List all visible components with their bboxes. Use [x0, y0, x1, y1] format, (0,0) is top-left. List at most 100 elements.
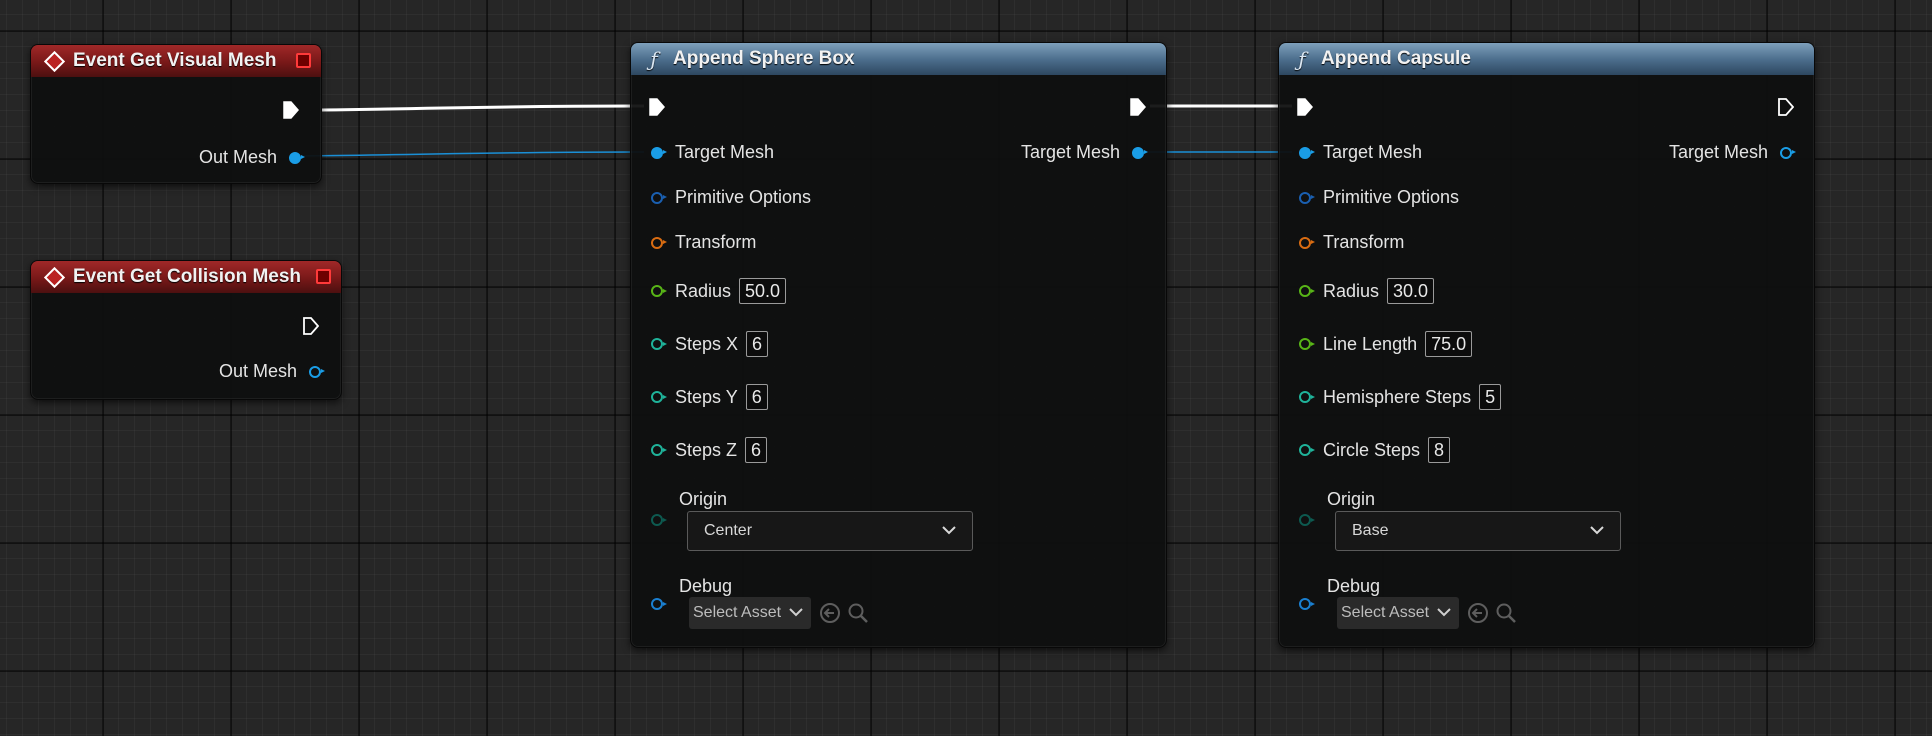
transform-pin[interactable]: Transform: [651, 232, 756, 253]
line-length-pin[interactable]: Line Length 75.0: [1299, 331, 1473, 357]
origin-label: Origin: [679, 489, 728, 509]
radius-pin[interactable]: Radius 30.0: [1299, 278, 1435, 304]
target-mesh-input-pin[interactable]: Target Mesh: [1299, 142, 1422, 163]
node-title: Append Capsule: [1321, 48, 1471, 69]
pin-label: Steps Y: [675, 386, 738, 407]
node-header[interactable]: ƒ Append Sphere Box: [631, 43, 1166, 75]
asset-picker-label: Select Asset: [1341, 604, 1430, 621]
pin-label: Circle Steps: [1323, 439, 1421, 460]
target-mesh-output-pin[interactable]: Target Mesh: [1668, 142, 1796, 163]
exec-arrow-icon: [649, 98, 665, 116]
radius-pin[interactable]: Radius 50.0: [651, 278, 787, 304]
origin-label: Origin: [1327, 489, 1376, 509]
exec-in-pin[interactable]: [649, 98, 665, 116]
exec-out-pin[interactable]: [1778, 98, 1794, 116]
debug-asset-picker[interactable]: Select Asset: [689, 597, 811, 629]
node-title: Event Get Visual Mesh: [73, 50, 277, 71]
pin-label: Target Mesh: [1323, 142, 1423, 162]
exec-arrow-icon: [303, 317, 319, 335]
mesh-wire-visual-to-sphere[interactable]: [299, 151, 645, 157]
mesh-pin-icon: [1780, 146, 1796, 159]
int-pin-icon: [651, 391, 667, 403]
browse-asset-search-icon[interactable]: [1495, 602, 1517, 624]
exec-out-pin[interactable]: [303, 317, 319, 335]
pin-label: Hemisphere Steps: [1323, 386, 1472, 407]
pin-label: Primitive Options: [675, 187, 812, 207]
out-mesh-pin[interactable]: Out Mesh: [219, 361, 325, 382]
struct-pin-icon: [1299, 191, 1315, 204]
pin-label: Transform: [675, 232, 757, 252]
transform-pin-icon: [651, 236, 667, 249]
exec-arrow-icon: [1778, 98, 1794, 116]
node-header[interactable]: Event Get Visual Mesh: [31, 45, 321, 77]
pin-label: Radius: [675, 280, 732, 301]
exec-out-pin[interactable]: [1130, 98, 1146, 116]
origin-dropdown[interactable]: Center: [687, 511, 973, 551]
use-selected-asset-icon[interactable]: [1467, 602, 1489, 624]
target-mesh-output-pin[interactable]: Target Mesh: [1020, 142, 1148, 163]
exec-arrow-icon: [1130, 98, 1146, 116]
node-header[interactable]: Event Get Collision Mesh: [31, 261, 341, 293]
int-pin-icon: [651, 444, 667, 456]
steps-x-pin[interactable]: Steps X 6: [651, 331, 769, 357]
debug-label: Debug: [1327, 576, 1381, 596]
steps-y-pin[interactable]: Steps Y 6: [651, 384, 768, 410]
target-mesh-input-pin[interactable]: Target Mesh: [651, 142, 774, 163]
mesh-pin-icon: [289, 151, 305, 164]
radius-value-field[interactable]: 30.0: [1387, 278, 1435, 304]
exec-arrow-icon: [1297, 98, 1313, 116]
delegate-pin-icon[interactable]: [316, 269, 331, 284]
out-mesh-pin[interactable]: Out Mesh: [198, 147, 305, 168]
hemisphere-steps-pin[interactable]: Hemisphere Steps 5: [1299, 384, 1502, 410]
origin-enum-pin-icon[interactable]: [1299, 514, 1315, 526]
browse-asset-search-icon[interactable]: [847, 602, 869, 624]
debug-pin-icon[interactable]: [651, 598, 667, 610]
steps-z-value-field[interactable]: 6: [745, 437, 768, 463]
origin-selected-value: Center: [704, 522, 753, 539]
pin-label: Out Mesh: [198, 147, 277, 167]
mesh-pin-icon: [651, 146, 667, 159]
circle-steps-value-field[interactable]: 8: [1428, 437, 1451, 463]
line-length-value-field[interactable]: 75.0: [1425, 331, 1473, 357]
function-icon: ƒ: [650, 47, 658, 71]
steps-x-value-field[interactable]: 6: [746, 331, 769, 357]
float-pin-icon: [1299, 338, 1315, 350]
steps-z-pin[interactable]: Steps Z 6: [651, 437, 768, 463]
circle-steps-pin[interactable]: Circle Steps 8: [1299, 437, 1451, 463]
use-selected-asset-icon[interactable]: [819, 602, 841, 624]
pin-label: Primitive Options: [1323, 187, 1460, 207]
radius-value-field[interactable]: 50.0: [739, 278, 787, 304]
append-sphere-box-node[interactable]: ƒ Append Sphere Box Target Mesh Target M…: [630, 42, 1167, 648]
node-header[interactable]: ƒ Append Capsule: [1279, 43, 1814, 75]
mesh-pin-icon: [1132, 146, 1148, 159]
chevron-down-icon: [942, 522, 956, 540]
float-pin-icon: [1299, 285, 1315, 297]
exec-wire-visual-to-sphere[interactable]: [321, 104, 645, 112]
chevron-down-icon: [789, 604, 803, 622]
event-diamond-icon: [43, 266, 65, 288]
event-get-visual-mesh-node[interactable]: Event Get Visual Mesh Out Mesh: [30, 44, 322, 184]
exec-in-pin[interactable]: [1297, 98, 1313, 116]
node-title: Event Get Collision Mesh: [73, 266, 302, 287]
exec-out-pin[interactable]: [283, 101, 299, 119]
primitive-options-pin[interactable]: Primitive Options: [1299, 187, 1459, 208]
exec-arrow-icon: [283, 101, 299, 119]
debug-label: Debug: [679, 576, 733, 596]
hemisphere-steps-value-field[interactable]: 5: [1479, 384, 1502, 410]
append-capsule-node[interactable]: ƒ Append Capsule Target Mesh Target Mesh…: [1278, 42, 1815, 648]
float-pin-icon: [651, 285, 667, 297]
primitive-options-pin[interactable]: Primitive Options: [651, 187, 811, 208]
pin-label: Target Mesh: [1668, 142, 1768, 162]
debug-asset-picker[interactable]: Select Asset: [1337, 597, 1459, 629]
delegate-pin-icon[interactable]: [296, 53, 311, 68]
transform-pin-icon: [1299, 236, 1315, 249]
debug-pin-icon[interactable]: [1299, 598, 1315, 610]
pin-label: Target Mesh: [1020, 142, 1120, 162]
chevron-down-icon: [1590, 522, 1604, 540]
event-get-collision-mesh-node[interactable]: Event Get Collision Mesh Out Mesh: [30, 260, 342, 400]
steps-y-value-field[interactable]: 6: [745, 384, 768, 410]
transform-pin[interactable]: Transform: [1299, 232, 1404, 253]
struct-pin-icon: [651, 191, 667, 204]
origin-dropdown[interactable]: Base: [1335, 511, 1621, 551]
origin-enum-pin-icon[interactable]: [651, 514, 667, 526]
